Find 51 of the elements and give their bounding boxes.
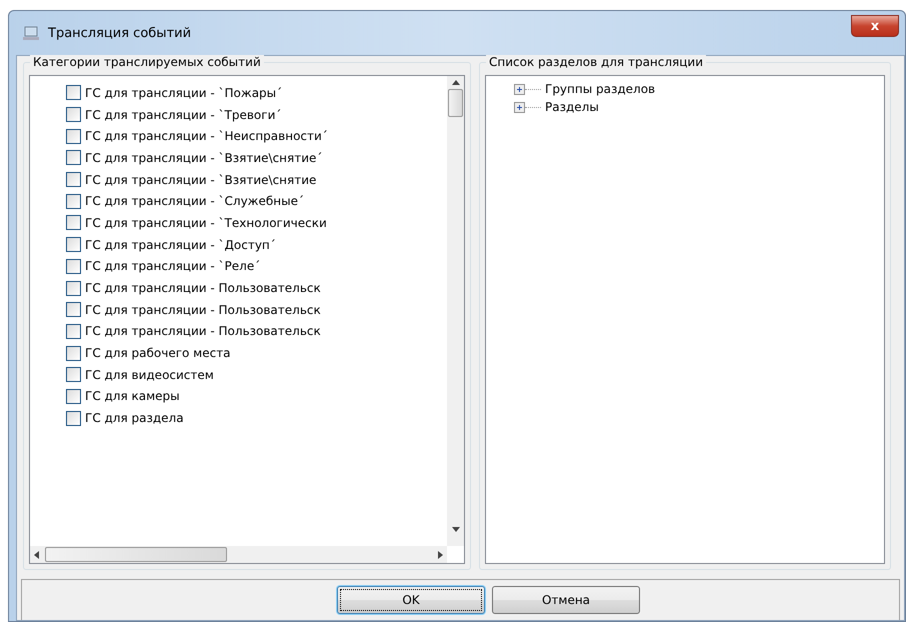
scroll-left-icon[interactable]: [34, 550, 39, 558]
category-label: ГС для трансляции - Пользовательск: [85, 281, 321, 296]
checkbox[interactable]: [66, 367, 81, 382]
checkbox[interactable]: [66, 324, 81, 339]
checkbox[interactable]: [66, 85, 81, 100]
category-label: ГС для трансляции - Пользовательск: [85, 324, 321, 338]
category-label: ГС для камеры: [85, 389, 180, 404]
checkbox[interactable]: [66, 107, 81, 122]
category-label: ГС для трансляции - `Реле´: [85, 259, 260, 274]
tree-item[interactable]: Группы разделов: [545, 82, 656, 96]
scroll-thumb[interactable]: [448, 89, 463, 117]
category-label: ГС для трансляции - `Неисправности´: [85, 129, 328, 144]
tree-item[interactable]: Разделы: [545, 100, 599, 114]
horizontal-scrollbar[interactable]: [30, 546, 447, 563]
scroll-up-icon[interactable]: [452, 80, 460, 85]
checkbox[interactable]: [66, 302, 81, 318]
checkbox[interactable]: [66, 388, 81, 404]
category-label: ГС для раздела: [85, 411, 184, 426]
close-button[interactable]: x: [851, 15, 899, 37]
scroll-right-icon[interactable]: [438, 550, 443, 558]
cancel-button[interactable]: Отмена: [492, 586, 640, 614]
category-label: ГС для трансляции - `Служебные´: [85, 194, 304, 208]
category-label: ГС для трансляции - `Доступ´: [85, 238, 276, 252]
checkbox[interactable]: [66, 194, 81, 209]
group-title: Список разделов для трансляции: [486, 55, 706, 69]
category-label: ГС для трансляции - Пользовательск: [85, 302, 321, 317]
checkbox[interactable]: [66, 172, 81, 188]
scroll-down-icon[interactable]: [452, 527, 460, 532]
category-label: ГС для трансляции - `Взятие\снятие´: [85, 150, 322, 165]
checkbox[interactable]: [66, 258, 81, 274]
checkbox[interactable]: [66, 346, 81, 361]
window-title: Трансляция событий: [48, 26, 192, 40]
category-label: ГС для трансляции - `Технологически: [85, 216, 327, 230]
group-title: Категории транслируемых событий: [30, 55, 264, 69]
category-label: ГС для рабочего места: [85, 346, 231, 360]
checkbox[interactable]: [66, 280, 81, 296]
checkbox[interactable]: [66, 410, 81, 426]
checkbox[interactable]: [66, 128, 81, 144]
category-label: ГС для трансляции - `Тревоги´: [85, 108, 282, 122]
scroll-thumb[interactable]: [45, 547, 227, 562]
expand-icon[interactable]: [514, 102, 525, 112]
vertical-scrollbar[interactable]: [447, 76, 464, 546]
category-label: ГС для видеосистем: [85, 368, 214, 382]
expand-icon[interactable]: [514, 84, 525, 94]
checkbox[interactable]: [66, 237, 81, 252]
checkbox[interactable]: [66, 150, 81, 166]
checkbox[interactable]: [66, 215, 81, 230]
ok-button[interactable]: OK: [337, 586, 485, 614]
category-label: ГС для трансляции - `Пожары´: [85, 86, 282, 100]
category-label: ГС для трансляции - `Взятие\снятие: [85, 172, 316, 187]
monitor-icon: [22, 25, 40, 41]
